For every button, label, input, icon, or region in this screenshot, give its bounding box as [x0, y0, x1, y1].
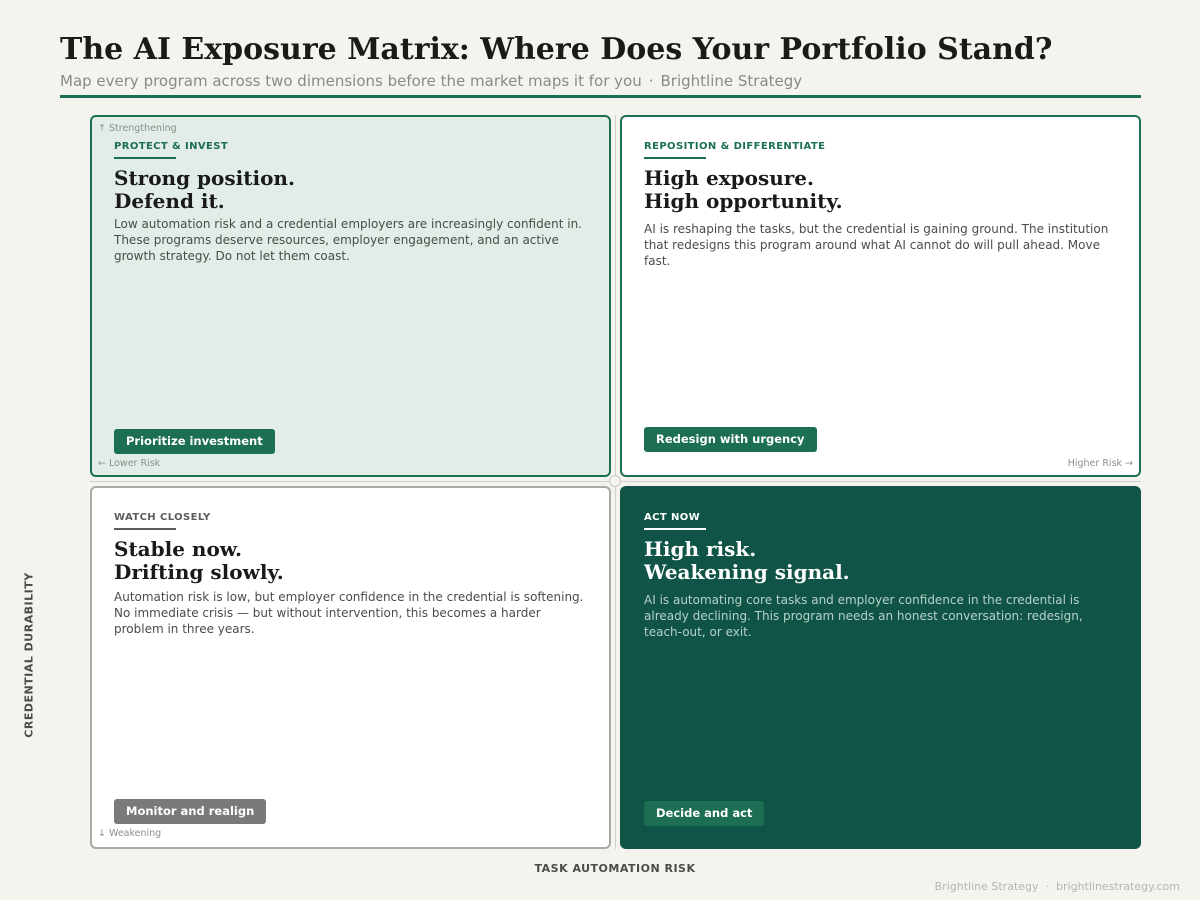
- headline-line-2: High opportunity.: [644, 189, 843, 213]
- quadrant-tag: WATCH CLOSELY: [114, 512, 211, 523]
- quadrant-headline: High risk. Weakening signal.: [644, 538, 850, 584]
- matrix-center-marker: [609, 475, 621, 487]
- page-subtitle: Map every program across two dimensions …: [60, 70, 1140, 92]
- axis-label-lower-risk: ← Lower Risk: [98, 458, 161, 469]
- footer-url: brightlinestrategy.com: [1056, 880, 1180, 893]
- x-axis-label: TASK AUTOMATION RISK: [534, 862, 696, 875]
- quadrant-tag-underline: [114, 528, 176, 530]
- quadrant-description: AI is reshaping the tasks, but the crede…: [644, 222, 1109, 268]
- quadrant-reposition-differentiate: REPOSITION & DIFFERENTIATE High exposure…: [620, 115, 1141, 477]
- header-divider: [60, 95, 1141, 98]
- quadrant-headline: Strong position. Defend it.: [114, 167, 295, 213]
- headline-line-1: High risk.: [644, 537, 757, 561]
- footer-separator: ·: [1045, 880, 1050, 893]
- page-footer: Brightline Strategy · brightlinestrategy.c…: [935, 880, 1180, 893]
- headline-line-2: Weakening signal.: [644, 560, 850, 584]
- prioritize-investment-button[interactable]: Prioritize investment: [114, 429, 275, 454]
- axis-label-weakening: ↓ Weakening: [98, 828, 162, 839]
- page-title: The AI Exposure Matrix: Where Does Your …: [60, 32, 1053, 67]
- footer-brand: Brightline Strategy: [934, 880, 1039, 893]
- quadrant-watch-closely: WATCH CLOSELY Stable now. Drifting slowl…: [90, 486, 611, 849]
- quadrant-tag-underline: [644, 528, 706, 530]
- quadrant-headline: High exposure. High opportunity.: [644, 167, 843, 213]
- axis-label-strengthening: ↑ Strengthening: [98, 123, 177, 134]
- subtitle-brand: Brightline Strategy: [660, 72, 803, 90]
- quadrant-headline: Stable now. Drifting slowly.: [114, 538, 284, 584]
- subtitle-separator: ·: [648, 72, 654, 90]
- quadrant-tag-underline: [644, 157, 706, 159]
- quadrant-tag: ACT NOW: [644, 512, 701, 523]
- headline-line-1: Strong position.: [114, 166, 295, 190]
- quadrant-description: Automation risk is low, but employer con…: [114, 590, 584, 636]
- quadrant-act-now: ACT NOW High risk. Weakening signal. AI …: [620, 486, 1141, 849]
- page-header: The AI Exposure Matrix: Where Does Your …: [60, 30, 1140, 92]
- quadrant-tag-underline: [114, 157, 176, 159]
- decide-and-act-button[interactable]: Decide and act: [644, 801, 765, 826]
- redesign-with-urgency-button[interactable]: Redesign with urgency: [644, 427, 817, 452]
- headline-line-2: Drifting slowly.: [114, 560, 284, 584]
- axis-label-higher-risk: Higher Risk →: [1067, 458, 1133, 469]
- monitor-and-realign-button[interactable]: Monitor and realign: [114, 799, 267, 824]
- headline-line-1: Stable now.: [114, 537, 242, 561]
- subtitle-text: Map every program across two dimensions …: [60, 72, 642, 90]
- y-axis-label: CREDENTIAL DURABILITY: [22, 572, 36, 738]
- headline-line-1: High exposure.: [644, 166, 814, 190]
- quadrant-description: Low automation risk and a credential emp…: [114, 217, 582, 263]
- quadrant-protect-invest: PROTECT & INVEST Strong position. Defend…: [90, 115, 611, 477]
- headline-line-2: Defend it.: [114, 189, 225, 213]
- quadrant-tag: PROTECT & INVEST: [114, 141, 229, 152]
- quadrant-tag: REPOSITION & DIFFERENTIATE: [644, 141, 826, 152]
- quadrant-description: AI is automating core tasks and employer…: [644, 593, 1083, 639]
